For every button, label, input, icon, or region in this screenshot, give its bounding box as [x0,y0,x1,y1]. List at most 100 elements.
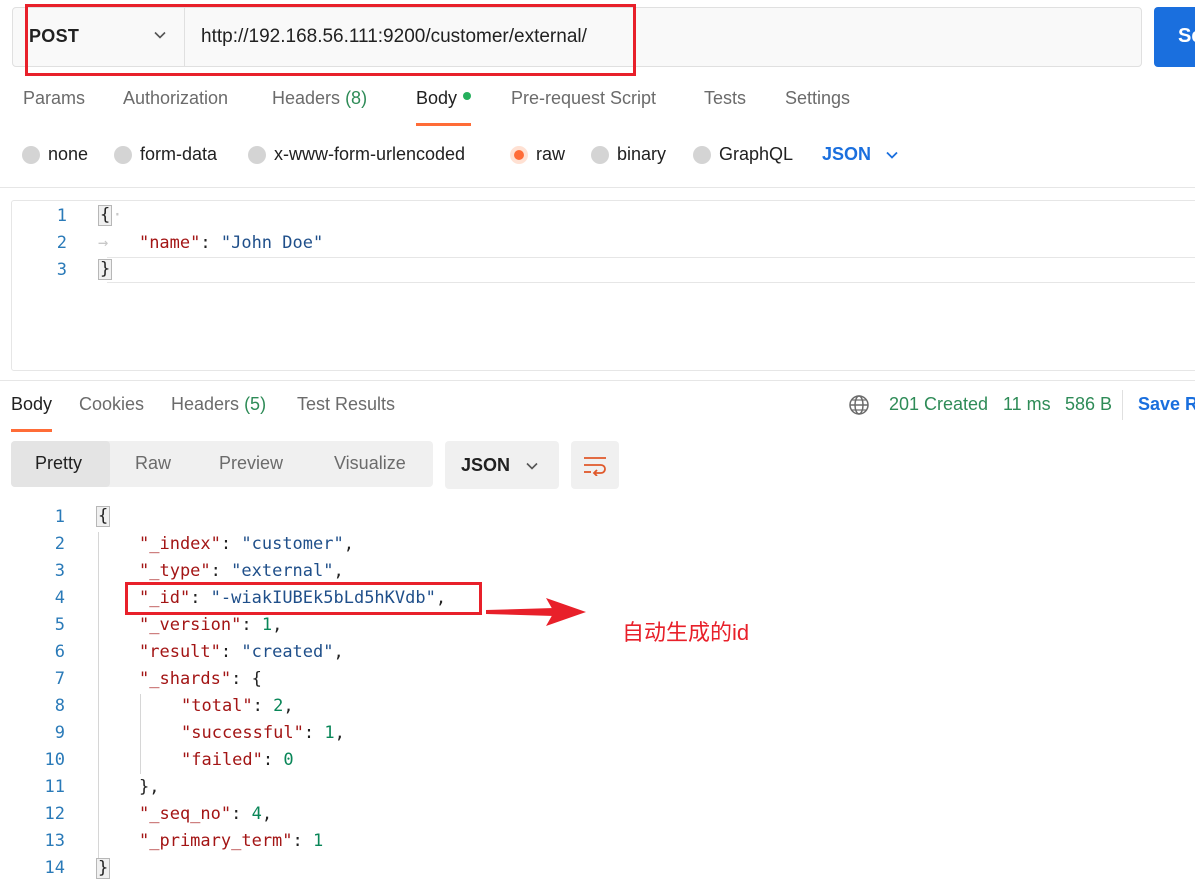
json-number: 1 [261,615,273,635]
code-line: "_shards": { [139,669,262,689]
view-preview[interactable]: Preview [219,441,283,487]
response-tab-headers-count: (5) [244,394,267,414]
tab-body[interactable]: Body [416,88,472,126]
json-colon: : [200,233,221,253]
chevron-down-icon [526,462,538,470]
view-raw[interactable]: Raw [135,441,171,487]
code-line: } [96,858,111,879]
radio-urlencoded[interactable]: x-www-form-urlencoded [248,144,465,165]
request-tabs: Params Authorization Headers (8) Body Pr… [0,88,1195,128]
radio-circle-icon [114,145,132,164]
matched-brace: { [96,506,111,527]
response-size[interactable]: 586 B [1065,394,1112,415]
line-number: 9 [54,723,65,743]
save-response-button[interactable]: Save R [1138,394,1195,415]
json-key: "result" [139,642,221,662]
response-tab-headers[interactable]: Headers (5) [171,394,266,415]
annotation-note: 自动生成的id [622,620,750,645]
code-line: "_primary_term": 1 [139,831,324,851]
json-key: "_primary_term" [139,831,293,851]
radio-graphql[interactable]: GraphQL [693,144,793,165]
response-tab-body[interactable]: Body [11,394,53,432]
code-line: "result": "created", [139,642,344,662]
whitespace-marker: · [112,205,123,225]
json-string: "created" [241,642,334,662]
status-code[interactable]: 201 Created [889,394,988,415]
radio-urlencoded-label: x-www-form-urlencoded [274,144,466,164]
code-line: "successful": 1, [181,723,345,743]
line-number: 8 [54,696,65,716]
code-line: → "name": "John Doe" [98,233,323,253]
view-pretty[interactable]: Pretty [11,441,110,487]
tab-headers[interactable]: Headers (8) [272,88,367,109]
response-view-toggle: Pretty Raw Preview Visualize [11,441,433,487]
line-number: 10 [44,750,65,770]
json-number: 0 [283,750,294,770]
code-line: "_id": "-wiakIUBEk5bLd5hKVdb", [139,588,447,608]
line-number: 1 [56,206,67,226]
divider [0,380,1195,381]
line-number: 7 [54,669,65,689]
request-body-editor[interactable]: 1 2 3 {· → "name": "John Doe" } [11,200,1195,371]
line-number: 11 [44,777,65,797]
line-number: 3 [56,260,67,280]
json-string: "-wiakIUBEk5bLd5hKVdb" [210,588,436,608]
code-line: "failed": 0 [181,750,294,770]
json-string: "external" [231,561,334,581]
tab-body-label: Body [416,88,458,108]
json-number: 1 [324,723,335,743]
line-number: 1 [54,507,65,527]
code-line: }, [139,777,159,797]
current-line-highlight [107,257,1195,283]
divider [0,187,1195,188]
radio-raw[interactable]: raw [510,144,565,165]
active-dot-icon [463,92,472,100]
json-number: 4 [251,804,262,824]
method-select[interactable]: POST [13,8,185,66]
send-button[interactable]: Se [1154,7,1195,67]
line-number: 4 [54,588,65,608]
response-tab-cookies[interactable]: Cookies [79,394,144,415]
wrap-lines-button[interactable] [571,441,619,489]
tab-arrow-icon: → [98,233,139,253]
globe-icon[interactable] [848,394,870,416]
radio-circle-icon [248,145,266,164]
body-type-options: none form-data x-www-form-urlencoded raw… [0,144,1195,170]
radio-form-data[interactable]: form-data [114,144,217,165]
tab-params[interactable]: Params [23,88,85,109]
code-line: "_index": "customer", [139,534,354,554]
response-format-select[interactable]: JSON [445,441,559,489]
line-number: 6 [54,642,65,662]
line-number: 2 [54,534,65,554]
request-bar: POST http://192.168.56.111:9200/customer… [12,7,1142,67]
radio-none[interactable]: none [22,144,88,165]
response-time[interactable]: 11 ms [1003,394,1051,415]
json-key: "successful" [181,723,304,743]
method-label: POST [29,26,80,46]
code-line: { [96,506,111,527]
tab-pre-request-script[interactable]: Pre-request Script [511,88,656,109]
response-tab-headers-label: Headers [171,394,240,414]
code-line: "_version": 1, [139,615,283,635]
tab-settings[interactable]: Settings [785,88,850,109]
tab-authorization[interactable]: Authorization [123,88,228,109]
radio-binary[interactable]: binary [591,144,666,165]
view-visualize[interactable]: Visualize [334,441,406,487]
line-number: 12 [44,804,65,824]
line-number: 5 [54,615,65,635]
divider [1122,390,1123,420]
language-select[interactable]: JSON [822,144,899,165]
tab-tests[interactable]: Tests [704,88,746,109]
json-brace: { [251,669,262,689]
json-key: "total" [181,696,253,716]
code-line: "_type": "external", [139,561,344,581]
response-format-label: JSON [461,455,511,475]
url-input[interactable]: http://192.168.56.111:9200/customer/exte… [201,26,587,48]
json-brace: }, [139,777,160,797]
response-tab-test-results[interactable]: Test Results [297,394,395,415]
code-line: "total": 2, [181,696,294,716]
radio-none-label: none [48,144,89,164]
radio-circle-icon [693,145,711,164]
matched-brace: } [98,259,113,280]
wrap-lines-icon [584,457,606,476]
